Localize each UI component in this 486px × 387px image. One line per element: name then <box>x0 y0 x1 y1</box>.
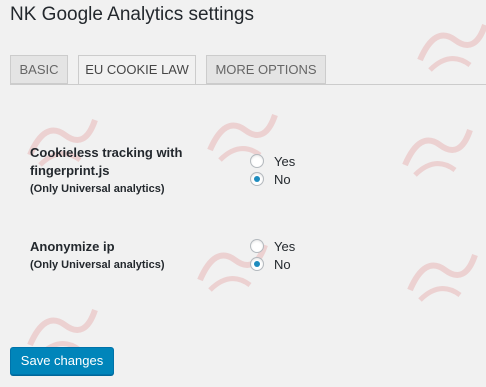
cookieless-tracking-radio-group: Yes No <box>250 152 295 188</box>
page-title: NK Google Analytics settings <box>10 4 254 25</box>
radio-button[interactable] <box>250 154 264 168</box>
setting-anonymize-ip: Anonymize ip (Only Universal analytics) <box>30 238 220 274</box>
setting-title-continued: fingerprint.js <box>30 163 110 178</box>
radio-label: No <box>274 171 291 187</box>
setting-note: (Only Universal analytics) <box>30 183 165 195</box>
setting-cookieless-tracking: Cookieless tracking with fingerprint.js … <box>30 144 220 198</box>
setting-title: Anonymize ip <box>30 239 115 254</box>
tab-eu-cookie-law[interactable]: EU COOKIE LAW <box>78 55 196 85</box>
radio-button[interactable] <box>250 172 264 186</box>
tab-basic[interactable]: BASIC <box>10 55 68 84</box>
setting-title: Cookieless tracking with <box>30 145 183 160</box>
tab-divider <box>10 84 486 85</box>
radio-button[interactable] <box>250 257 264 271</box>
settings-tabs: BASIC EU COOKIE LAW MORE OPTIONS <box>10 55 486 85</box>
settings-page: NK Google Analytics settings BASIC EU CO… <box>0 0 486 387</box>
logo-watermark-icon <box>407 253 478 302</box>
anonymize-ip-radio-group: Yes No <box>250 237 295 273</box>
logo-watermark-icon <box>402 128 473 177</box>
radio-option-yes[interactable]: Yes <box>250 237 295 255</box>
radio-label: Yes <box>274 238 296 254</box>
setting-note: (Only Universal analytics) <box>30 259 165 271</box>
radio-label: Yes <box>274 153 296 169</box>
radio-option-no[interactable]: No <box>250 170 295 188</box>
radio-button[interactable] <box>250 239 264 253</box>
radio-label: No <box>274 256 291 272</box>
save-changes-button[interactable]: Save changes <box>10 347 114 375</box>
tab-more-options[interactable]: MORE OPTIONS <box>206 55 326 84</box>
radio-option-no[interactable]: No <box>250 255 295 273</box>
radio-option-yes[interactable]: Yes <box>250 152 295 170</box>
